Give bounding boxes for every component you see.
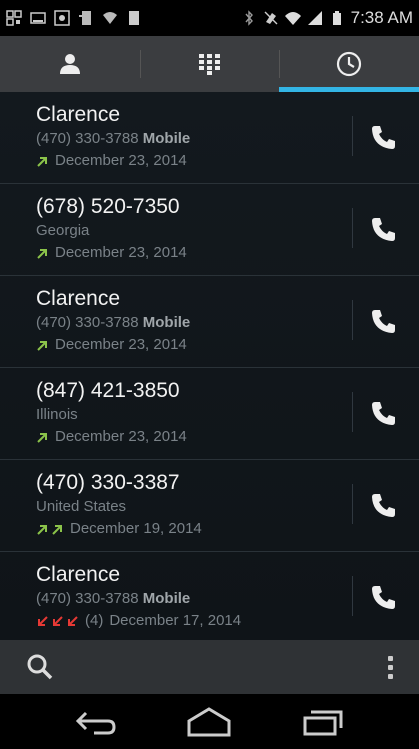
caller-name: (470) 330-3387 <box>36 471 180 494</box>
outgoing-call-icon <box>36 247 49 260</box>
missed-call-icon <box>36 615 79 628</box>
bluetooth-icon <box>245 10 253 26</box>
clock-time: 7:38 AM <box>350 8 413 27</box>
call-log-item[interactable]: (470) 330-3387 United States December 19… <box>0 460 419 552</box>
caller-location: United States <box>36 498 127 515</box>
back-icon[interactable] <box>74 709 118 735</box>
overflow-menu-icon[interactable] <box>388 655 393 679</box>
call-log-item[interactable]: Clarence (470) 330-3788 Mobile December … <box>0 276 419 368</box>
dialpad-icon <box>198 54 220 75</box>
wifi-notification-icon <box>103 12 117 24</box>
divider <box>352 116 353 156</box>
call-date: December 19, 2014 <box>70 520 202 537</box>
gallery-icon <box>54 10 70 26</box>
call-date-line: December 23, 2014 <box>36 242 349 264</box>
caller-number: (470) 330-3788 Mobile <box>36 128 349 150</box>
call-info: (470) 330-3387 United States December 19… <box>36 470 349 540</box>
call-date: December 23, 2014 <box>55 428 187 445</box>
call-log-item[interactable]: Clarence (470) 330-3788 Mobile December … <box>0 92 419 184</box>
call-log-item[interactable]: (847) 421-3850 Illinois December 23, 201… <box>0 368 419 460</box>
caller-location: Illinois <box>36 406 78 423</box>
call-button[interactable] <box>367 120 401 154</box>
caller-name: Clarence <box>36 103 121 126</box>
signal-icon <box>307 11 322 25</box>
tab-bar <box>0 36 419 92</box>
outgoing-call-icon <box>36 155 49 168</box>
system-icons: 7:38 AM <box>241 8 413 28</box>
call-log-item[interactable]: (678) 520-7350 Georgia December 23, 2014 <box>0 184 419 276</box>
phone-icon <box>372 218 395 241</box>
call-info: Clarence (470) 330-3788 Mobile (4) Decem… <box>36 562 349 632</box>
phone-icon <box>372 310 395 333</box>
app-notification-icon <box>129 11 139 25</box>
caller-name: (678) 520-7350 <box>36 195 180 218</box>
phone-number: (470) 330-3788 <box>36 130 139 147</box>
call-button[interactable] <box>367 304 401 338</box>
phone-icon <box>372 586 395 609</box>
call-button[interactable] <box>367 580 401 614</box>
caller-name: (847) 421-3850 <box>36 379 180 402</box>
call-log-item[interactable]: Clarence (470) 330-3788 Mobile (4) Decem… <box>0 552 419 640</box>
phone-icon <box>372 494 395 517</box>
phone-icon <box>372 402 395 425</box>
search-icon[interactable] <box>26 653 54 681</box>
divider <box>352 576 353 616</box>
call-button[interactable] <box>367 396 401 430</box>
wifi-icon <box>284 12 301 25</box>
recent-apps-icon[interactable] <box>301 708 345 736</box>
call-date: December 23, 2014 <box>55 336 187 353</box>
number-type: Mobile <box>142 590 191 607</box>
navigation-bar <box>0 694 419 749</box>
screen-icon <box>30 12 46 24</box>
phone-storage-icon <box>79 11 91 25</box>
call-date: December 17, 2014 <box>109 612 242 629</box>
call-date-line: December 19, 2014 <box>36 518 349 540</box>
caller-location: Georgia <box>36 222 90 239</box>
notification-icons <box>6 10 142 26</box>
phone-icon <box>372 126 395 149</box>
tab-dialpad[interactable] <box>139 36 280 92</box>
caller-number: (470) 330-3788 Mobile <box>36 312 349 334</box>
outgoing-call-icon <box>36 339 49 352</box>
caller-number: (470) 330-3788 Mobile <box>36 588 349 610</box>
call-date-line: December 23, 2014 <box>36 334 349 356</box>
person-icon <box>59 54 80 74</box>
divider <box>352 392 353 432</box>
call-date: December 23, 2014 <box>55 152 187 169</box>
call-info: Clarence (470) 330-3788 Mobile December … <box>36 102 349 172</box>
mute-icon <box>264 11 278 25</box>
divider <box>352 484 353 524</box>
call-button[interactable] <box>367 488 401 522</box>
call-info: (678) 520-7350 Georgia December 23, 2014 <box>36 194 349 264</box>
number-type: Mobile <box>142 314 191 331</box>
tab-contacts[interactable] <box>0 36 140 92</box>
call-date-line: December 23, 2014 <box>36 150 349 172</box>
home-icon[interactable] <box>185 705 233 739</box>
tab-call-log[interactable] <box>279 36 419 92</box>
call-date-line: December 23, 2014 <box>36 426 349 448</box>
phone-number: (470) 330-3788 <box>36 314 139 331</box>
caller-name: Clarence <box>36 287 121 310</box>
outgoing-call-icon <box>36 523 64 536</box>
outgoing-call-icon <box>36 431 49 444</box>
call-button[interactable] <box>367 212 401 246</box>
battery-icon <box>332 11 341 25</box>
call-log-list: Clarence (470) 330-3788 Mobile December … <box>0 92 419 640</box>
divider <box>352 208 353 248</box>
qr-code-icon <box>6 10 22 26</box>
call-date: December 23, 2014 <box>55 244 187 261</box>
call-info: (847) 421-3850 Illinois December 23, 201… <box>36 378 349 448</box>
number-type: Mobile <box>142 130 191 147</box>
status-bar: 7:38 AM <box>0 0 419 36</box>
clock-icon <box>337 51 362 77</box>
call-info: Clarence (470) 330-3788 Mobile December … <box>36 286 349 356</box>
divider <box>352 300 353 340</box>
call-count: (4) <box>85 612 104 629</box>
bottom-action-bar <box>0 640 419 694</box>
caller-name: Clarence <box>36 563 121 586</box>
call-date-line: (4) December 17, 2014 <box>36 610 349 632</box>
phone-number: (470) 330-3788 <box>36 590 139 607</box>
